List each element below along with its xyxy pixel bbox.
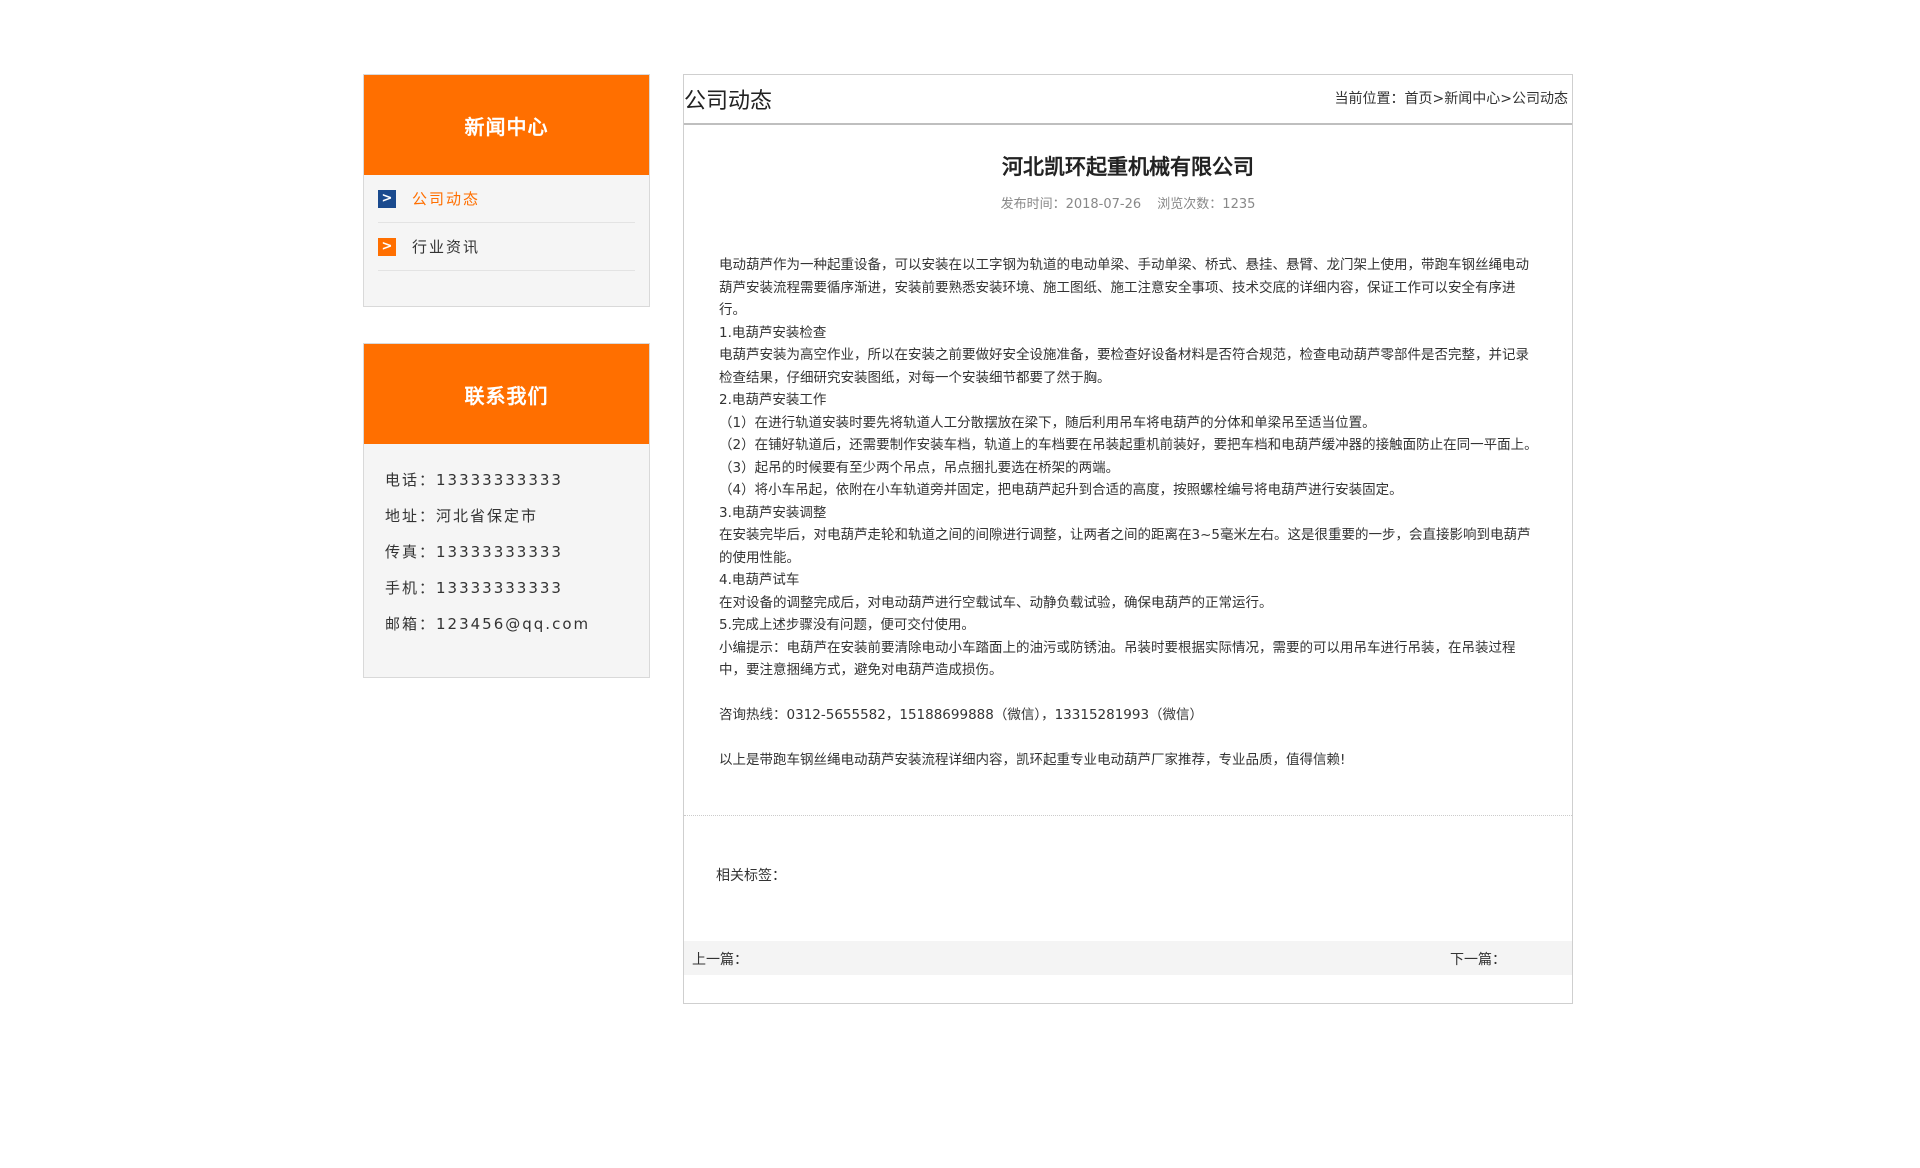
article-tip: 小编提示：电葫芦在安装前要清除电动小车踏面上的油污或防锈油。吊装时要根据实际情况… — [719, 639, 1516, 679]
sidebar-item-industry-news[interactable]: > 行业资讯 — [378, 223, 635, 271]
article-paragraph: 电葫芦安装为高空作业，所以在安装之前要做好安全设施准备，要检查好设备材料是否符合… — [719, 347, 1529, 386]
news-center-title: 新闻中心 — [364, 75, 649, 175]
contact-box: 联系我们 电话：13333333333 地址：河北省保定市 传真：1333333… — [363, 343, 650, 678]
sidebar-item-label: 公司动态 — [412, 190, 481, 208]
contact-email: 邮箱：123456@qq.com — [385, 615, 591, 633]
article-heading: 3.电葫芦安装调整 — [719, 504, 827, 521]
article-body: 电动葫芦作为一种起重设备，可以安装在以工字钢为轨道的电动单梁、手动单梁、桥式、悬… — [719, 254, 1540, 772]
view-count: 浏览次数：1235 — [1157, 197, 1256, 212]
contact-list: 电话：13333333333 地址：河北省保定市 传真：13333333333 … — [364, 444, 649, 642]
next-article-link[interactable]: 下一篇： — [1450, 949, 1506, 969]
article-paragraph: （1）在进行轨道安装时要先将轨道人工分散摆放在梁下，随后利用吊车将电葫芦的分体和… — [719, 414, 1376, 431]
sidebar-item-company-news[interactable]: > 公司动态 — [378, 175, 635, 223]
article-paragraph: 电动葫芦作为一种起重设备，可以安装在以工字钢为轨道的电动单梁、手动单梁、桥式、悬… — [719, 257, 1529, 318]
publish-time: 发布时间：2018-07-26 — [1000, 197, 1142, 212]
breadcrumb-company-news[interactable]: 公司动态 — [1512, 91, 1568, 107]
article-paragraph: （4）将小车吊起，依附在小车轨道旁并固定，把电葫芦起升到合适的高度，按照螺栓编号… — [719, 482, 1403, 498]
article-closing: 以上是带跑车钢丝绳电动葫芦安装流程详细内容，凯环起重专业电动葫芦厂家推荐，专业品… — [719, 752, 1346, 768]
sidebar-item-label: 行业资讯 — [412, 238, 481, 256]
breadcrumb-separator: > — [1500, 91, 1512, 107]
prev-article-link[interactable]: 上一篇： — [692, 949, 748, 969]
chevron-right-icon: > — [378, 189, 396, 208]
related-tags-label: 相关标签： — [716, 868, 786, 884]
chevron-right-icon: > — [378, 237, 396, 256]
main-header: 公司动态 当前位置：首页>新闻中心>公司动态 — [684, 75, 1572, 125]
article-paragraph: 在安装完毕后，对电葫芦走轮和轨道之间的间隙进行调整，让两者之间的距离在3~5毫米… — [719, 527, 1531, 566]
breadcrumb: 当前位置：首页>新闻中心>公司动态 — [1335, 88, 1568, 108]
article-hotline: 咨询热线：0312-5655582，15188699888（微信），133152… — [719, 707, 1204, 723]
breadcrumb-home[interactable]: 首页 — [1405, 91, 1433, 107]
article-paragraph: （2）在铺好轨道后，还需要制作安装车档，轨道上的车档要在吊装起重机前装好，要把车… — [719, 437, 1538, 453]
article-paragraph: 在对设备的调整完成后，对电动葫芦进行空载试车、动静负载试验，确保电葫芦的正常运行… — [719, 594, 1273, 611]
contact-mobile: 手机：13333333333 — [385, 579, 563, 597]
article-paragraph: 5.完成上述步骤没有问题，便可交付使用。 — [719, 617, 975, 633]
article-panel: 公司动态 当前位置：首页>新闻中心>公司动态 河北凯环起重机械有限公司 发布时间… — [683, 74, 1573, 1004]
article-title: 河北凯环起重机械有限公司 — [1002, 155, 1254, 179]
article-heading: 2.电葫芦安装工作 — [719, 392, 827, 408]
breadcrumb-separator: > — [1432, 91, 1445, 107]
contact-address: 地址：河北省保定市 — [385, 507, 539, 525]
article-paragraph: （3）起吊的时候要有至少两个吊点，吊点捆扎要选在桥架的两端。 — [719, 459, 1120, 476]
prev-next-bar: 上一篇： 下一篇： — [684, 941, 1572, 975]
article-heading: 1.电葫芦安装检查 — [719, 324, 827, 341]
breadcrumb-news-center[interactable]: 新闻中心 — [1444, 91, 1500, 107]
article-heading: 4.电葫芦试车 — [719, 572, 800, 588]
section-title: 公司动态 — [684, 89, 773, 114]
breadcrumb-prefix: 当前位置： — [1334, 91, 1405, 107]
contact-phone: 电话：13333333333 — [385, 471, 563, 489]
contact-fax: 传真：13333333333 — [385, 543, 563, 561]
divider — [684, 815, 1572, 816]
article-meta: 发布时间：2018-07-26 浏览次数：1235 — [684, 193, 1572, 212]
contact-title: 联系我们 — [364, 344, 649, 444]
news-center-box: 新闻中心 > 公司动态 > 行业资讯 — [363, 74, 650, 307]
